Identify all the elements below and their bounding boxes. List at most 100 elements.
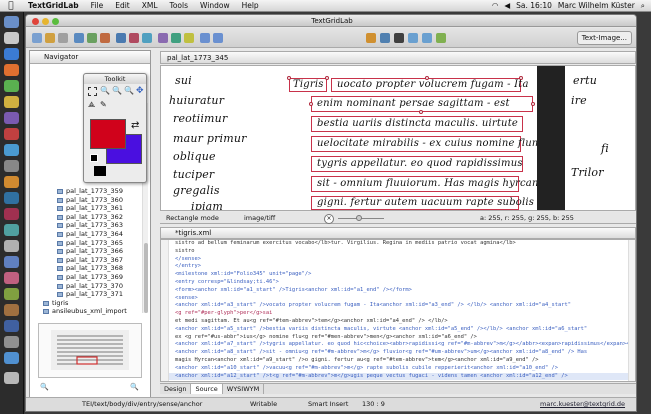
thumbnail-overview[interactable]	[38, 323, 142, 378]
user-link[interactable]: marc.kuester@textgrid.de	[540, 398, 625, 411]
preview-icon[interactable]	[4, 160, 19, 172]
dictionary-icon[interactable]	[129, 33, 139, 43]
menu-help[interactable]: Help	[236, 1, 265, 10]
code-line[interactable]: </sense>	[161, 256, 635, 264]
navigator-tab[interactable]: Navigator	[30, 51, 150, 64]
tab-wysiwym[interactable]: WYSIWYM	[223, 384, 265, 394]
app5-icon[interactable]	[4, 272, 19, 284]
volume-icon[interactable]: ◀	[504, 1, 510, 10]
trash-icon[interactable]	[4, 372, 19, 384]
tree-item[interactable]: pal_lat_1773_369	[30, 273, 150, 282]
zoom-in-tool-icon[interactable]: 🔍	[112, 86, 122, 95]
app9-icon[interactable]	[4, 336, 19, 348]
tree-item[interactable]: pal_lat_1773_361	[30, 204, 150, 213]
menu-window[interactable]: Window	[194, 1, 236, 10]
app6-icon[interactable]	[4, 288, 19, 300]
code-line[interactable]: <g ref="#per-glyph">per</g>sai	[161, 310, 635, 318]
app7-icon[interactable]	[4, 304, 19, 316]
new-icon[interactable]	[32, 33, 42, 43]
tree-item-ansileubus[interactable]: ansileubus_xml_import	[30, 307, 150, 316]
zoom-slider-thumb[interactable]	[356, 215, 362, 221]
export-icon[interactable]	[87, 33, 97, 43]
layout2-icon[interactable]	[422, 33, 432, 43]
app4-icon[interactable]	[4, 256, 19, 268]
pen-icon[interactable]: ✎	[100, 100, 107, 109]
code-line[interactable]: <anchor xml:id="a10_start" />vacuu<g ref…	[161, 365, 635, 373]
move-icon[interactable]: ✥	[136, 86, 144, 96]
firefox-icon[interactable]	[4, 64, 19, 76]
tree-item-tigris[interactable]: tigris	[30, 299, 150, 308]
tree-item[interactable]: pal_lat_1773_366	[30, 247, 150, 256]
forward-icon[interactable]	[213, 33, 223, 43]
tab-source[interactable]: Source	[191, 384, 223, 394]
rect-handle[interactable]	[531, 102, 535, 106]
scroll-thumb[interactable]	[144, 243, 148, 313]
xml-source-editor[interactable]: sistro ad bellum feminarum exercitus voc…	[160, 239, 636, 382]
zoom-out-tool-icon[interactable]: 🔍	[124, 86, 134, 95]
rect-handle[interactable]	[325, 76, 329, 80]
tab-design[interactable]: Design	[160, 384, 192, 394]
code-line[interactable]: <anchor xml:id="a7_start" />tygris appel…	[161, 341, 635, 349]
code-line[interactable]: <form><anchor xml:id="a1_start" />Tigris…	[161, 287, 635, 295]
tree-item[interactable]: pal_lat_1773_362	[30, 213, 150, 222]
textgrid-icon[interactable]	[4, 208, 19, 220]
tree-item[interactable]: pal_lat_1773_364	[30, 230, 150, 239]
close-window-icon[interactable]	[32, 18, 39, 25]
code-line[interactable]: <entry corresp="&lindsay;ti.46">	[161, 279, 635, 287]
spotlight-icon[interactable]: ⌕	[641, 1, 645, 11]
link-icon[interactable]	[116, 33, 126, 43]
wifi-icon[interactable]: ◠	[492, 1, 499, 10]
messages-icon[interactable]	[4, 80, 19, 92]
rect-handle[interactable]	[287, 76, 291, 80]
rect-handle[interactable]	[419, 110, 423, 114]
tree-item[interactable]: pal_lat_1773_368	[30, 264, 150, 273]
calendar-icon[interactable]	[4, 128, 19, 140]
code-line[interactable]: <anchor xml:id="a8_start" />sit - omniu<…	[161, 349, 635, 357]
zoom-icon[interactable]: 🔍	[100, 86, 110, 95]
xml-scrollbar[interactable]	[628, 240, 635, 381]
menu-xml[interactable]: XML	[136, 1, 164, 10]
save-icon[interactable]	[58, 33, 68, 43]
search-icon[interactable]	[100, 33, 110, 43]
image-editor-tab[interactable]: pal_lat_1773_345	[160, 51, 636, 64]
tree-item[interactable]: pal_lat_1773_360	[30, 196, 150, 205]
code-line[interactable]: <anchor xml:id="a5_start" />bestia varii…	[161, 326, 635, 334]
app2-icon[interactable]	[4, 224, 19, 236]
itunes-icon[interactable]	[4, 112, 19, 124]
image-canvas[interactable]: sui huiuratur reotiimur maur primur obli…	[160, 65, 636, 211]
tree-item[interactable]: pal_lat_1773_363	[30, 221, 150, 230]
perspective-icon[interactable]	[436, 33, 446, 43]
code-line[interactable]: sistro ad bellum feminarum exercitus voc…	[161, 240, 635, 248]
tree-item[interactable]: pal_lat_1773_370	[30, 282, 150, 291]
code-line[interactable]: et medi sagittam. Et au<g ref="#tem-abbr…	[161, 318, 635, 326]
zoom-reset-icon[interactable]: ×	[324, 214, 334, 224]
pencil-icon[interactable]	[366, 33, 376, 43]
open-icon[interactable]	[45, 33, 55, 43]
swap-colors-icon[interactable]: ⇄	[131, 120, 139, 131]
finder-icon[interactable]	[4, 16, 19, 28]
downloads-icon[interactable]	[4, 352, 19, 364]
mail-icon[interactable]	[4, 144, 19, 156]
code-line[interactable]: sistro	[161, 248, 635, 256]
browser-icon[interactable]	[4, 48, 19, 60]
menu-edit[interactable]: Edit	[109, 1, 136, 10]
zoom-window-icon[interactable]	[52, 18, 59, 25]
tree-item[interactable]: pal_lat_1773_359	[30, 187, 150, 196]
code-line[interactable]: magis Hyrcan<anchor xml:id="a9_start" />…	[161, 357, 635, 365]
rectangle-select-icon[interactable]	[88, 87, 97, 96]
code-line[interactable]: <anchor xml:id="a3_start" />vocato propt…	[161, 302, 635, 310]
menu-tools[interactable]: Tools	[164, 1, 194, 10]
code-line[interactable]: <sense>	[161, 295, 635, 303]
tree-item[interactable]: pal_lat_1773_367	[30, 256, 150, 265]
clock[interactable]: Sa. 16:10	[516, 1, 552, 10]
back-icon[interactable]	[200, 33, 210, 43]
app3-icon[interactable]	[4, 240, 19, 252]
code-line[interactable]: <milestone xml:id="Folio345" unit="page"…	[161, 271, 635, 279]
menu-app[interactable]: TextGridLab	[22, 1, 85, 10]
tree-item[interactable]: pal_lat_1773_371	[30, 290, 150, 299]
code-line[interactable]: </entry>	[161, 263, 635, 271]
code-line[interactable]: ex <g ref="#us-abbr">ius</g> nomine flu<…	[161, 334, 635, 342]
layout-icon[interactable]	[408, 33, 418, 43]
import-icon[interactable]	[74, 33, 84, 43]
help-icon[interactable]	[184, 33, 194, 43]
